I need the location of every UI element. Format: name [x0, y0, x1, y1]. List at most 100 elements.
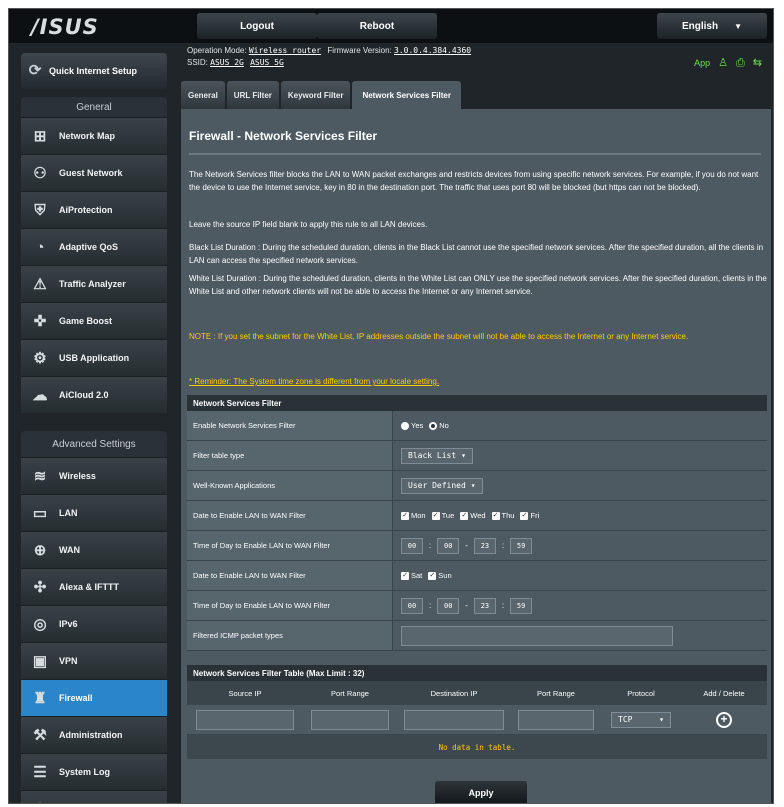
enable-yes-radio[interactable]: Yes [401, 421, 423, 430]
known-apps-row: Well-Known Applications User Defined ▾ [187, 471, 767, 501]
weekend-end-hour-input[interactable]: 23 [473, 597, 496, 614]
sidebar-item-wan[interactable]: ⊕ WAN [21, 531, 167, 568]
reboot-button[interactable]: Reboot [317, 13, 437, 39]
firewall-icon: ♜ [33, 690, 47, 707]
ssid-2g-link[interactable]: ASUS_2G [210, 58, 244, 67]
sidebar-item-label: Guest Network [59, 168, 123, 178]
time-separator: : [501, 601, 505, 610]
guest-network-icon: ⚇ [33, 165, 47, 182]
user-icon[interactable]: ♙ [718, 57, 728, 69]
destination-ip-input[interactable] [404, 709, 504, 730]
timezone-warning-link[interactable]: * Reminder: The System time zone is diff… [189, 377, 439, 386]
advanced-section-head: Advanced Settings [52, 438, 136, 450]
usb-status-icon[interactable]: ⇆ [753, 57, 762, 69]
day-label: Tue [441, 511, 455, 520]
sidebar-item-traffic-analyzer[interactable]: ⚠ Traffic Analyzer [21, 265, 167, 302]
checkmark-icon: ✓ [431, 511, 440, 520]
sidebar-item-network-map[interactable]: ⊞ Network Map [21, 117, 167, 154]
protocol-select[interactable]: TCP ▾ [611, 711, 671, 728]
time-separator: - [465, 541, 468, 550]
tab-network-services-filter[interactable]: Network Services Filter [352, 81, 461, 109]
day-checkbox-tue[interactable]: ✓ Tue [431, 511, 455, 520]
time-separator: : [429, 601, 432, 610]
new-rule-row: TCP ▾ + [187, 705, 767, 735]
sidebar-item-lan[interactable]: ▭ LAN [21, 494, 167, 531]
logout-button[interactable]: Logout [197, 13, 317, 39]
ipv6-icon: ◎ [33, 616, 47, 633]
apply-button[interactable]: Apply [435, 781, 527, 803]
radio-dot-icon [401, 421, 409, 430]
start-minute-input[interactable]: 00 [437, 537, 460, 554]
day-checkbox-sat[interactable]: ✓ Sat [401, 571, 422, 580]
start-hour-input[interactable]: 00 [401, 537, 423, 554]
port-range-input[interactable] [311, 709, 389, 730]
date-weekend-label: Date to Enable LAN to WAN Filter [187, 561, 393, 590]
firmware-link[interactable]: 3.0.0.4.384.4360 [394, 46, 471, 55]
quick-internet-setup-button[interactable]: ⟳ Quick Internet Setup [21, 53, 167, 89]
ssid-5g-link[interactable]: ASUS_5G [250, 58, 284, 67]
description-paragraph: The Network Services filter blocks the L… [189, 170, 759, 192]
status-header: Operation Mode: Wireless router Firmware… [187, 45, 772, 81]
icmp-input[interactable] [401, 625, 673, 646]
time-separator: : [501, 541, 505, 550]
no-label: No [439, 421, 449, 430]
known-apps-value: User Defined ▾ [393, 471, 767, 500]
weekend-checkboxes: ✓ Sat ✓ Sun [393, 561, 767, 590]
sidebar-item-alexa-ifttt[interactable]: ✣ Alexa & IFTTT [21, 568, 167, 605]
col-port-range-2: Port Range [537, 688, 575, 698]
tab-keyword-filter[interactable]: Keyword Filter [280, 81, 351, 109]
sidebar-item-label: Network Map [59, 131, 116, 141]
sidebar: ⟳ Quick Internet Setup General ⊞ Network … [9, 43, 179, 803]
sidebar-item-wireless[interactable]: ≋ Wireless [21, 457, 167, 494]
sidebar-item-system-log[interactable]: ☰ System Log [21, 753, 167, 790]
language-select[interactable]: English ▼ [657, 13, 767, 39]
asus-logo[interactable]: /ISUS [31, 15, 99, 39]
shield-icon: ⛨ [34, 201, 46, 219]
known-apps-select[interactable]: User Defined ▾ [401, 477, 483, 494]
sidebar-item-administration[interactable]: ⚒ Administration [21, 716, 167, 753]
icmp-value [393, 621, 767, 650]
day-checkbox-sun[interactable]: ✓ Sun [428, 571, 452, 580]
tab-url-filter[interactable]: URL Filter [226, 81, 279, 109]
add-rule-icon[interactable]: + [716, 711, 732, 728]
sidebar-item-aiprotection[interactable]: ⛨ AiProtection [21, 191, 167, 228]
enable-no-radio[interactable]: No [429, 421, 449, 430]
end-hour-input[interactable]: 23 [473, 537, 496, 554]
end-minute-input[interactable]: 59 [510, 537, 533, 554]
firmware-label: Firmware Version: [327, 46, 392, 55]
day-checkbox-wed[interactable]: ✓ Wed [460, 511, 486, 520]
chevron-down-icon: ▾ [470, 481, 476, 490]
day-checkbox-fri[interactable]: ✓ Fri [520, 511, 539, 520]
printer-icon[interactable]: ⎙ [736, 57, 745, 69]
sidebar-item-guest-network[interactable]: ⚇ Guest Network [21, 154, 167, 191]
sidebar-item-vpn[interactable]: ▣ VPN [21, 642, 167, 679]
weekend-start-minute-input[interactable]: 00 [437, 597, 460, 614]
time-weekday-value: 00: 00- 23: 59 [393, 531, 767, 560]
sidebar-item-adaptive-qos[interactable]: ◔ Adaptive QoS [21, 228, 167, 265]
dest-port-range-input[interactable] [518, 709, 594, 730]
day-label: Mon [411, 511, 426, 520]
weekend-end-minute-input[interactable]: 59 [510, 597, 533, 614]
chevron-down-icon: ▼ [734, 21, 743, 31]
sidebar-item-usb-application[interactable]: ⚙ USB Application [21, 339, 167, 376]
source-ip-cell [187, 705, 303, 734]
day-checkbox-thu[interactable]: ✓ Thu [491, 511, 514, 520]
filter-type-select[interactable]: Black List ▾ [401, 447, 473, 464]
sidebar-item-aicloud-2-0[interactable]: ☁ AiCloud 2.0 [21, 376, 167, 413]
advanced-nav-list: ≋ Wireless ▭ LAN ⊕ WAN ✣ Alexa & IFTTT ◎ IPv6 ▣ VPN… [21, 457, 167, 803]
sidebar-item-firewall[interactable]: ♜ Firewall [21, 679, 167, 716]
qos-icon: ◔ [35, 238, 45, 256]
weekend-start-hour-input[interactable]: 00 [401, 597, 423, 614]
tab-general[interactable]: General [181, 81, 225, 109]
app-link[interactable]: App [694, 57, 710, 69]
sidebar-item-network-tools[interactable]: ⚘Network Tools [21, 790, 167, 803]
source-ip-input[interactable] [196, 709, 294, 730]
sidebar-item-game-boost[interactable]: ✜ Game Boost [21, 302, 167, 339]
operation-mode-link[interactable]: Wireless router [249, 46, 321, 55]
ssid-label: SSID: [187, 58, 208, 67]
col-port-range: Port Range [331, 688, 369, 698]
tools-icon: ⚘ [21, 800, 59, 803]
sidebar-item-ipv6[interactable]: ◎ IPv6 [21, 605, 167, 642]
day-checkbox-mon[interactable]: ✓ Mon [401, 511, 426, 520]
operation-mode-label: Operation Mode: [187, 46, 247, 55]
